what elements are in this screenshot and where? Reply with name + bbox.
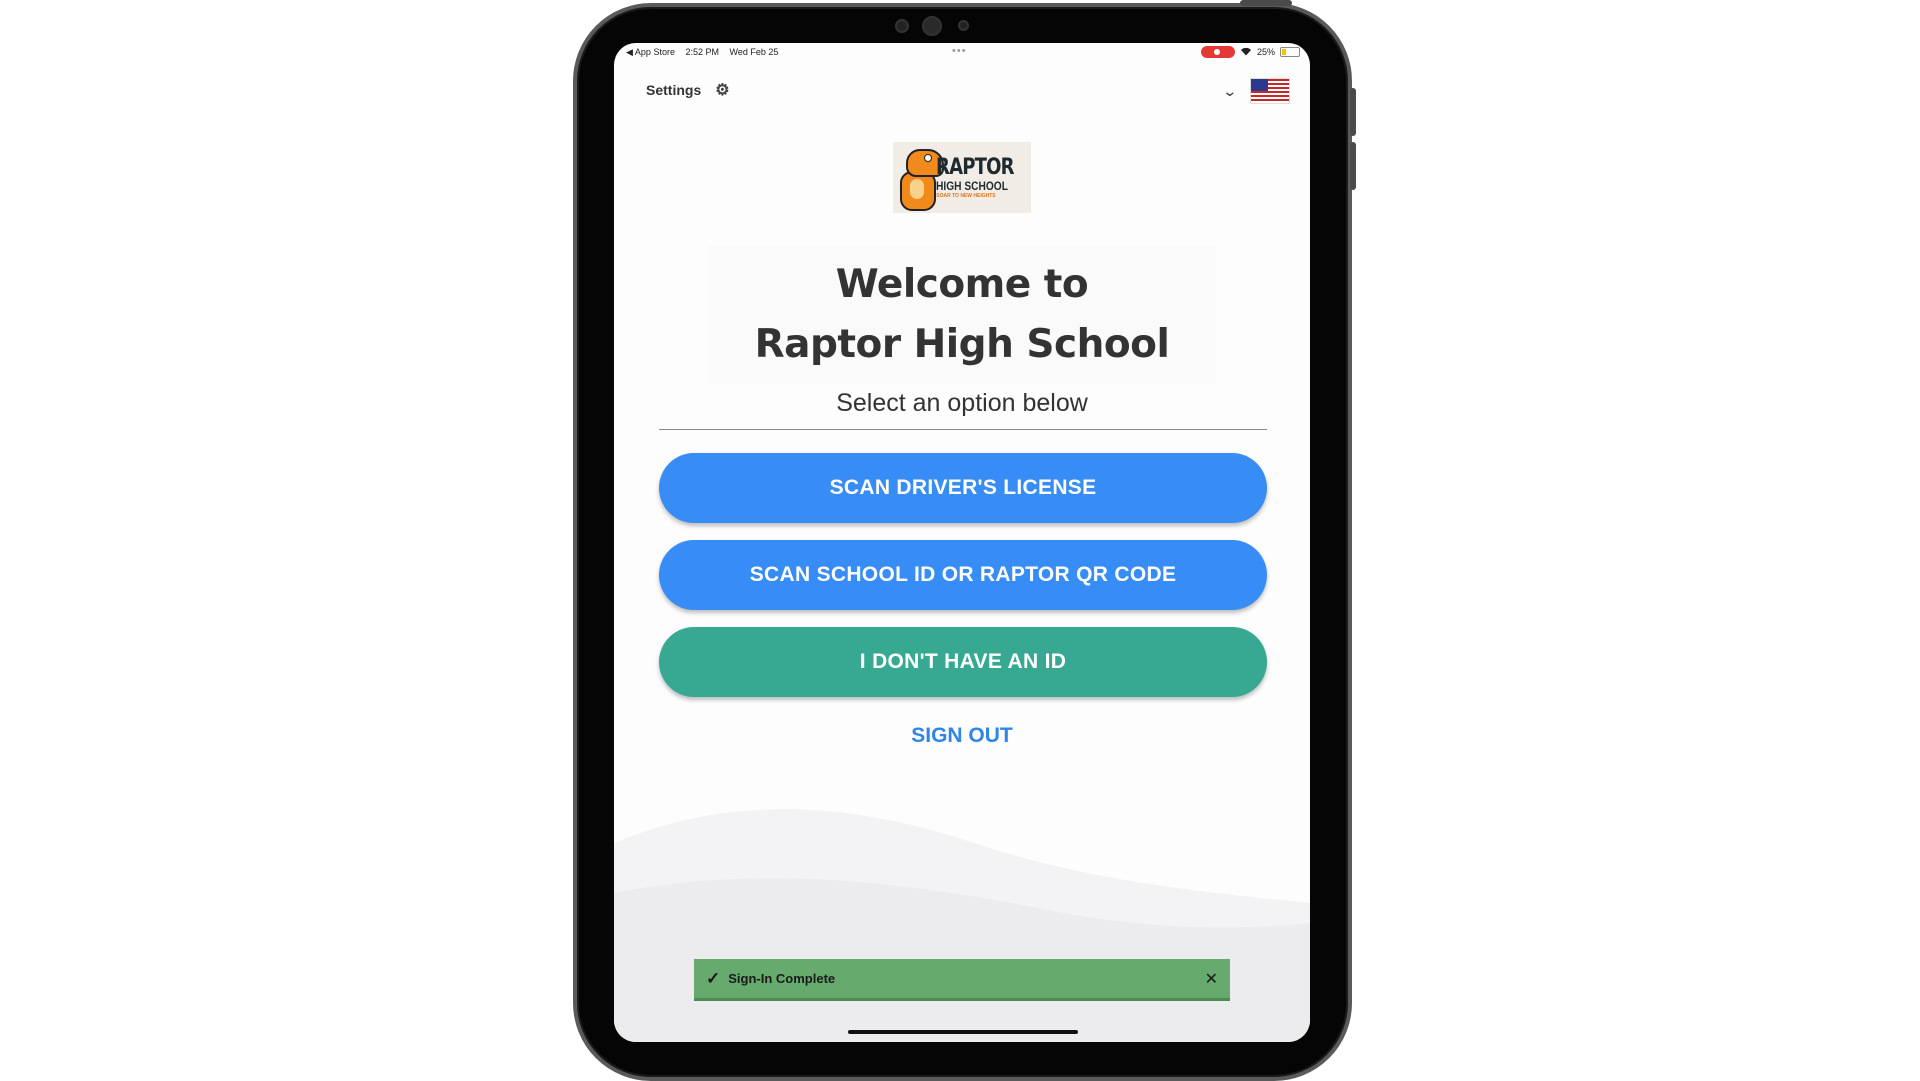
school-logo: RAPTOR HIGH SCHOOL SOAR TO NEW HEIGHTS (893, 142, 1031, 213)
logo-tagline: SOAR TO NEW HEIGHTS (936, 192, 996, 199)
home-indicator[interactable] (848, 1030, 1078, 1034)
chevron-down-icon: ⌄ (1222, 82, 1238, 99)
settings-button[interactable]: Settings ⚙ (646, 80, 730, 100)
divider (659, 429, 1267, 430)
scan-drivers-license-button[interactable]: SCAN DRIVER'S LICENSE (659, 453, 1267, 523)
raptor-mascot-icon (896, 145, 944, 211)
logo-title: RAPTOR (936, 154, 1015, 180)
battery-icon (1280, 47, 1300, 57)
status-bar: ◀ App Store 2:52 PM Wed Feb 25 ••• 25% (614, 43, 1310, 63)
checkmark-icon: ✓ (706, 968, 721, 988)
scan-school-id-button[interactable]: SCAN SCHOOL ID OR RAPTOR QR CODE (659, 540, 1267, 610)
multitasking-dots[interactable]: ••• (952, 45, 967, 57)
close-icon[interactable]: ✕ (1205, 969, 1218, 989)
camera-sensor (895, 19, 909, 33)
volume-up-button (1350, 88, 1356, 136)
back-to-app-store[interactable]: ◀ App Store (626, 47, 675, 57)
status-time: 2:52 PM (685, 47, 719, 57)
settings-label: Settings (646, 82, 702, 98)
sign-in-complete-toast: ✓ Sign-In Complete ✕ (694, 959, 1230, 1001)
background-wave (614, 809, 1310, 1042)
front-camera (922, 16, 942, 36)
power-button (1240, 0, 1292, 6)
battery-percent: 25% (1256, 47, 1275, 57)
gear-icon: ⚙ (715, 82, 730, 99)
welcome-line-1: Welcome to (835, 262, 1089, 307)
screen-recording-icon[interactable] (1200, 46, 1235, 58)
us-flag-icon (1250, 78, 1290, 104)
welcome-line-2: Raptor High School (754, 322, 1170, 367)
status-date: Wed Feb 25 (729, 47, 779, 57)
sign-out-link[interactable]: SIGN OUT (614, 724, 1310, 748)
volume-down-button (1350, 142, 1356, 190)
welcome-heading: Welcome to Raptor High School (614, 255, 1310, 375)
select-option-subtitle: Select an option below (836, 389, 1088, 417)
toast-message: Sign-In Complete (728, 971, 836, 986)
wifi-icon (1240, 47, 1252, 58)
no-id-button[interactable]: I DON'T HAVE AN ID (659, 627, 1267, 697)
app-screen: ◀ App Store 2:52 PM Wed Feb 25 ••• 25% S… (614, 43, 1310, 1042)
camera-sensor (958, 20, 969, 31)
logo-subtitle: HIGH SCHOOL (936, 178, 1009, 193)
language-selector[interactable]: ⌄ (1222, 78, 1290, 104)
